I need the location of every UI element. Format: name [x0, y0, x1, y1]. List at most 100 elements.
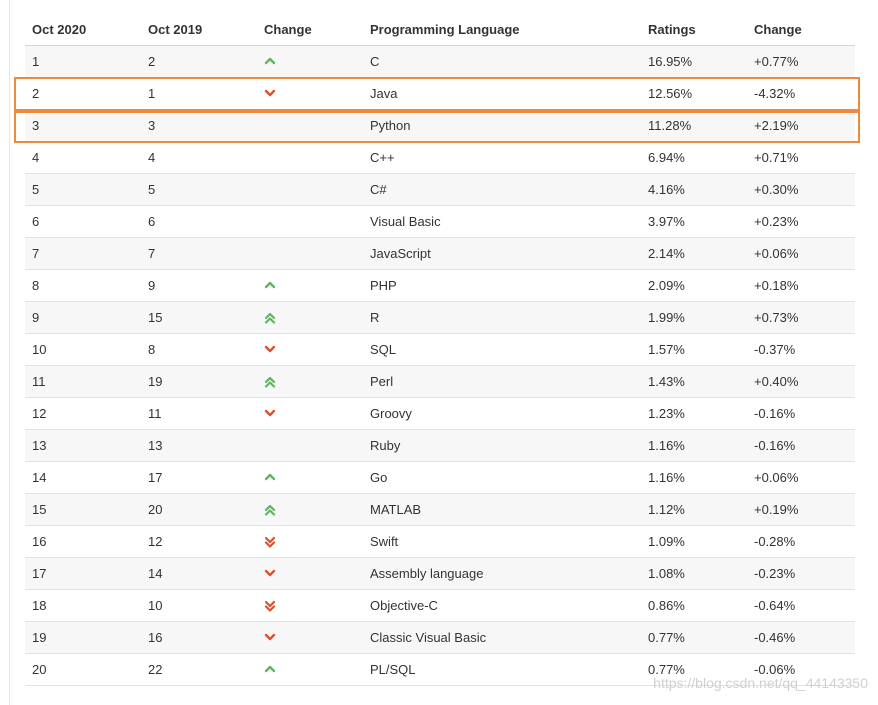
- header-programming-language[interactable]: Programming Language: [370, 14, 520, 45]
- no-change-icon: [264, 142, 278, 173]
- double-arrow-down-icon: [264, 526, 278, 557]
- arrow-down-icon: [264, 334, 278, 365]
- rank-oct-2020: 17: [32, 566, 47, 581]
- rank-oct-2019: 6: [148, 214, 156, 229]
- header-change-arrow[interactable]: Change: [264, 14, 312, 45]
- rating-change: -0.16%: [754, 406, 796, 421]
- language-name: Visual Basic: [370, 214, 441, 229]
- table-row: 4 4 C++ 6.94% +0.71%: [25, 142, 855, 174]
- rank-oct-2019: 3: [148, 118, 156, 133]
- no-change-icon: [264, 110, 278, 141]
- page-left-border: [9, 0, 10, 705]
- rating-value: 1.08%: [648, 566, 685, 581]
- trend-cell: [264, 270, 284, 301]
- table-row: 19 16 Classic Visual Basic 0.77% -0.46%: [25, 622, 855, 654]
- header-oct-2020[interactable]: Oct 2020: [32, 14, 86, 45]
- no-change-icon: [264, 206, 278, 237]
- no-change-icon: [264, 430, 278, 461]
- double-arrow-up-icon: [264, 366, 278, 397]
- rank-oct-2020: 16: [32, 534, 47, 549]
- rating-change: -0.28%: [754, 534, 796, 549]
- trend-cell: [264, 142, 284, 173]
- rank-oct-2020: 8: [32, 278, 40, 293]
- language-name: Swift: [370, 534, 399, 549]
- rating-value: 0.86%: [648, 598, 685, 613]
- trend-cell: [264, 590, 284, 621]
- table-row: 13 13 Ruby 1.16% -0.16%: [25, 430, 855, 462]
- language-name: SQL: [370, 342, 397, 357]
- trend-cell: [264, 78, 284, 109]
- rank-oct-2020: 12: [32, 406, 47, 421]
- rating-value: 2.09%: [648, 278, 685, 293]
- language-name: Groovy: [370, 406, 412, 421]
- rating-value: 1.23%: [648, 406, 685, 421]
- header-change-percent[interactable]: Change: [754, 14, 802, 45]
- arrow-up-icon: [264, 462, 278, 493]
- language-name: JavaScript: [370, 246, 431, 261]
- rank-oct-2019: 16: [148, 630, 163, 645]
- rating-value: 3.97%: [648, 214, 685, 229]
- double-arrow-down-icon: [264, 590, 278, 621]
- double-arrow-up-icon: [264, 494, 278, 525]
- language-name: MATLAB: [370, 502, 422, 517]
- rank-oct-2020: 20: [32, 662, 47, 677]
- rank-oct-2020: 18: [32, 598, 47, 613]
- rank-oct-2019: 1: [148, 86, 156, 101]
- rating-change: +0.06%: [754, 246, 799, 261]
- rank-oct-2019: 2: [148, 54, 156, 69]
- header-oct-2019[interactable]: Oct 2019: [148, 14, 202, 45]
- rating-change: -0.16%: [754, 438, 796, 453]
- rank-oct-2020: 1: [32, 54, 40, 69]
- rating-value: 1.12%: [648, 502, 685, 517]
- rating-change: -0.37%: [754, 342, 796, 357]
- table-row: 9 15 R 1.99% +0.73%: [25, 302, 855, 334]
- table-row: 7 7 JavaScript 2.14% +0.06%: [25, 238, 855, 270]
- rank-oct-2019: 20: [148, 502, 163, 517]
- rank-oct-2020: 5: [32, 182, 40, 197]
- rating-change: +2.19%: [754, 118, 799, 133]
- language-name: Objective-C: [370, 598, 438, 613]
- language-ranking-table: Oct 2020 Oct 2019 Change Programming Lan…: [25, 14, 855, 686]
- rating-value: 1.09%: [648, 534, 685, 549]
- language-name: C#: [370, 182, 387, 197]
- table-header-row: Oct 2020 Oct 2019 Change Programming Lan…: [25, 14, 855, 46]
- rank-oct-2020: 15: [32, 502, 47, 517]
- header-ratings[interactable]: Ratings: [648, 14, 696, 45]
- rating-value: 4.16%: [648, 182, 685, 197]
- no-change-icon: [264, 174, 278, 205]
- language-name: R: [370, 310, 380, 325]
- rank-oct-2019: 13: [148, 438, 163, 453]
- table-row: 6 6 Visual Basic 3.97% +0.23%: [25, 206, 855, 238]
- rating-value: 2.14%: [648, 246, 685, 261]
- language-name: C: [370, 54, 380, 69]
- language-name: Assembly language: [370, 566, 484, 581]
- rating-value: 0.77%: [648, 630, 685, 645]
- arrow-down-icon: [264, 398, 278, 429]
- trend-cell: [264, 622, 284, 653]
- trend-cell: [264, 46, 284, 77]
- trend-cell: [264, 654, 284, 685]
- rank-oct-2020: 11: [32, 374, 46, 389]
- rating-change: +0.30%: [754, 182, 799, 197]
- language-name: C++: [370, 150, 395, 165]
- rating-value: 1.16%: [648, 470, 685, 485]
- rating-change: -4.32%: [754, 86, 796, 101]
- rank-oct-2019: 12: [148, 534, 163, 549]
- rating-value: 1.99%: [648, 310, 685, 325]
- trend-cell: [264, 366, 284, 397]
- rank-oct-2019: 9: [148, 278, 156, 293]
- table-row: 10 8 SQL 1.57% -0.37%: [25, 334, 855, 366]
- trend-cell: [264, 494, 284, 525]
- rating-value: 1.16%: [648, 438, 685, 453]
- rating-value: 12.56%: [648, 86, 693, 101]
- trend-cell: [264, 174, 284, 205]
- trend-cell: [264, 558, 284, 589]
- language-name: Java: [370, 86, 398, 101]
- rating-value: 6.94%: [648, 150, 685, 165]
- rating-value: 1.57%: [648, 342, 685, 357]
- rating-change: +0.73%: [754, 310, 799, 325]
- rating-change: -0.64%: [754, 598, 796, 613]
- language-name: PHP: [370, 278, 397, 293]
- table-row: 2 1 Java 12.56% -4.32%: [25, 78, 855, 110]
- rating-value: 16.95%: [648, 54, 693, 69]
